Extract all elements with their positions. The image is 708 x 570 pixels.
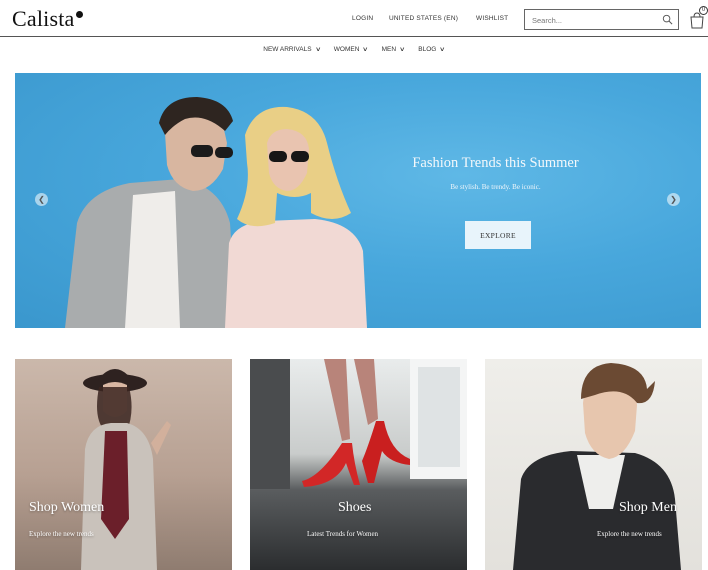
chevron-down-icon: ∨	[439, 47, 446, 53]
logo-text[interactable]: Calista	[12, 6, 75, 31]
promo-tile-women[interactable]: Shop Women Explore the new trends	[15, 359, 232, 570]
cart-count-badge: 0	[699, 6, 708, 15]
nav-women[interactable]: WOMEN ∨	[333, 46, 369, 53]
nav-new-arrivals[interactable]: NEW ARRIVALS ∨	[263, 46, 321, 53]
hero-banner: ❮ ❯ Fashion Trends this Summer Be stylis…	[15, 73, 701, 328]
shoes-image	[250, 359, 467, 489]
promo-tile-men[interactable]: Shop Men Explore the new trends	[485, 359, 702, 570]
site-header: Calista LOGIN UNITED STATES (EN) WISHLIS…	[0, 0, 708, 37]
tile-subtitle: Explore the new trends	[597, 530, 662, 538]
promo-tile-shoes[interactable]: Shoes Latest Trends for Women	[250, 359, 467, 570]
chevron-down-icon: ∨	[314, 47, 321, 53]
nav-blog[interactable]: BLOG ∨	[418, 46, 446, 53]
arrow-right-icon: ❯	[670, 195, 677, 204]
men-image	[513, 363, 681, 570]
nav-label: MEN	[381, 46, 397, 53]
explore-button[interactable]: EXPLORE	[465, 221, 531, 249]
carousel-next-button[interactable]: ❯	[667, 193, 680, 206]
carousel-prev-button[interactable]: ❮	[35, 193, 48, 206]
wishlist-link[interactable]: WISHLIST	[476, 15, 508, 22]
nav-label: BLOG	[418, 46, 437, 53]
arrow-left-icon: ❮	[38, 195, 45, 204]
logo[interactable]: Calista	[12, 6, 83, 32]
hero-subtitle: Be stylish. Be trendy. Be iconic.	[450, 183, 541, 191]
tile-subtitle: Latest Trends for Women	[307, 530, 379, 538]
search-icon[interactable]	[662, 14, 673, 25]
cart-button[interactable]: 0	[689, 6, 708, 29]
nav-label: WOMEN	[333, 46, 360, 53]
tile-subtitle: Explore the new trends	[29, 530, 94, 538]
search-box	[524, 9, 679, 30]
login-link[interactable]: LOGIN	[352, 15, 373, 22]
search-input[interactable]	[525, 11, 655, 30]
chevron-down-icon: ∨	[362, 47, 369, 53]
main-nav: NEW ARRIVALS ∨ WOMEN ∨ MEN ∨ BLOG ∨	[0, 46, 708, 60]
women-image	[81, 369, 171, 570]
tile-title[interactable]: Shop Women	[29, 500, 104, 516]
logo-dot	[75, 11, 83, 18]
region-selector[interactable]: UNITED STATES (EN)	[389, 15, 458, 22]
hero-title: Fashion Trends this Summer	[412, 155, 579, 171]
nav-label: NEW ARRIVALS	[263, 46, 312, 53]
tile-title[interactable]: Shop Men	[619, 500, 677, 516]
tile-title[interactable]: Shoes	[338, 500, 371, 516]
chevron-down-icon: ∨	[399, 47, 406, 53]
hero-image	[65, 97, 367, 328]
nav-men[interactable]: MEN ∨	[381, 46, 406, 53]
